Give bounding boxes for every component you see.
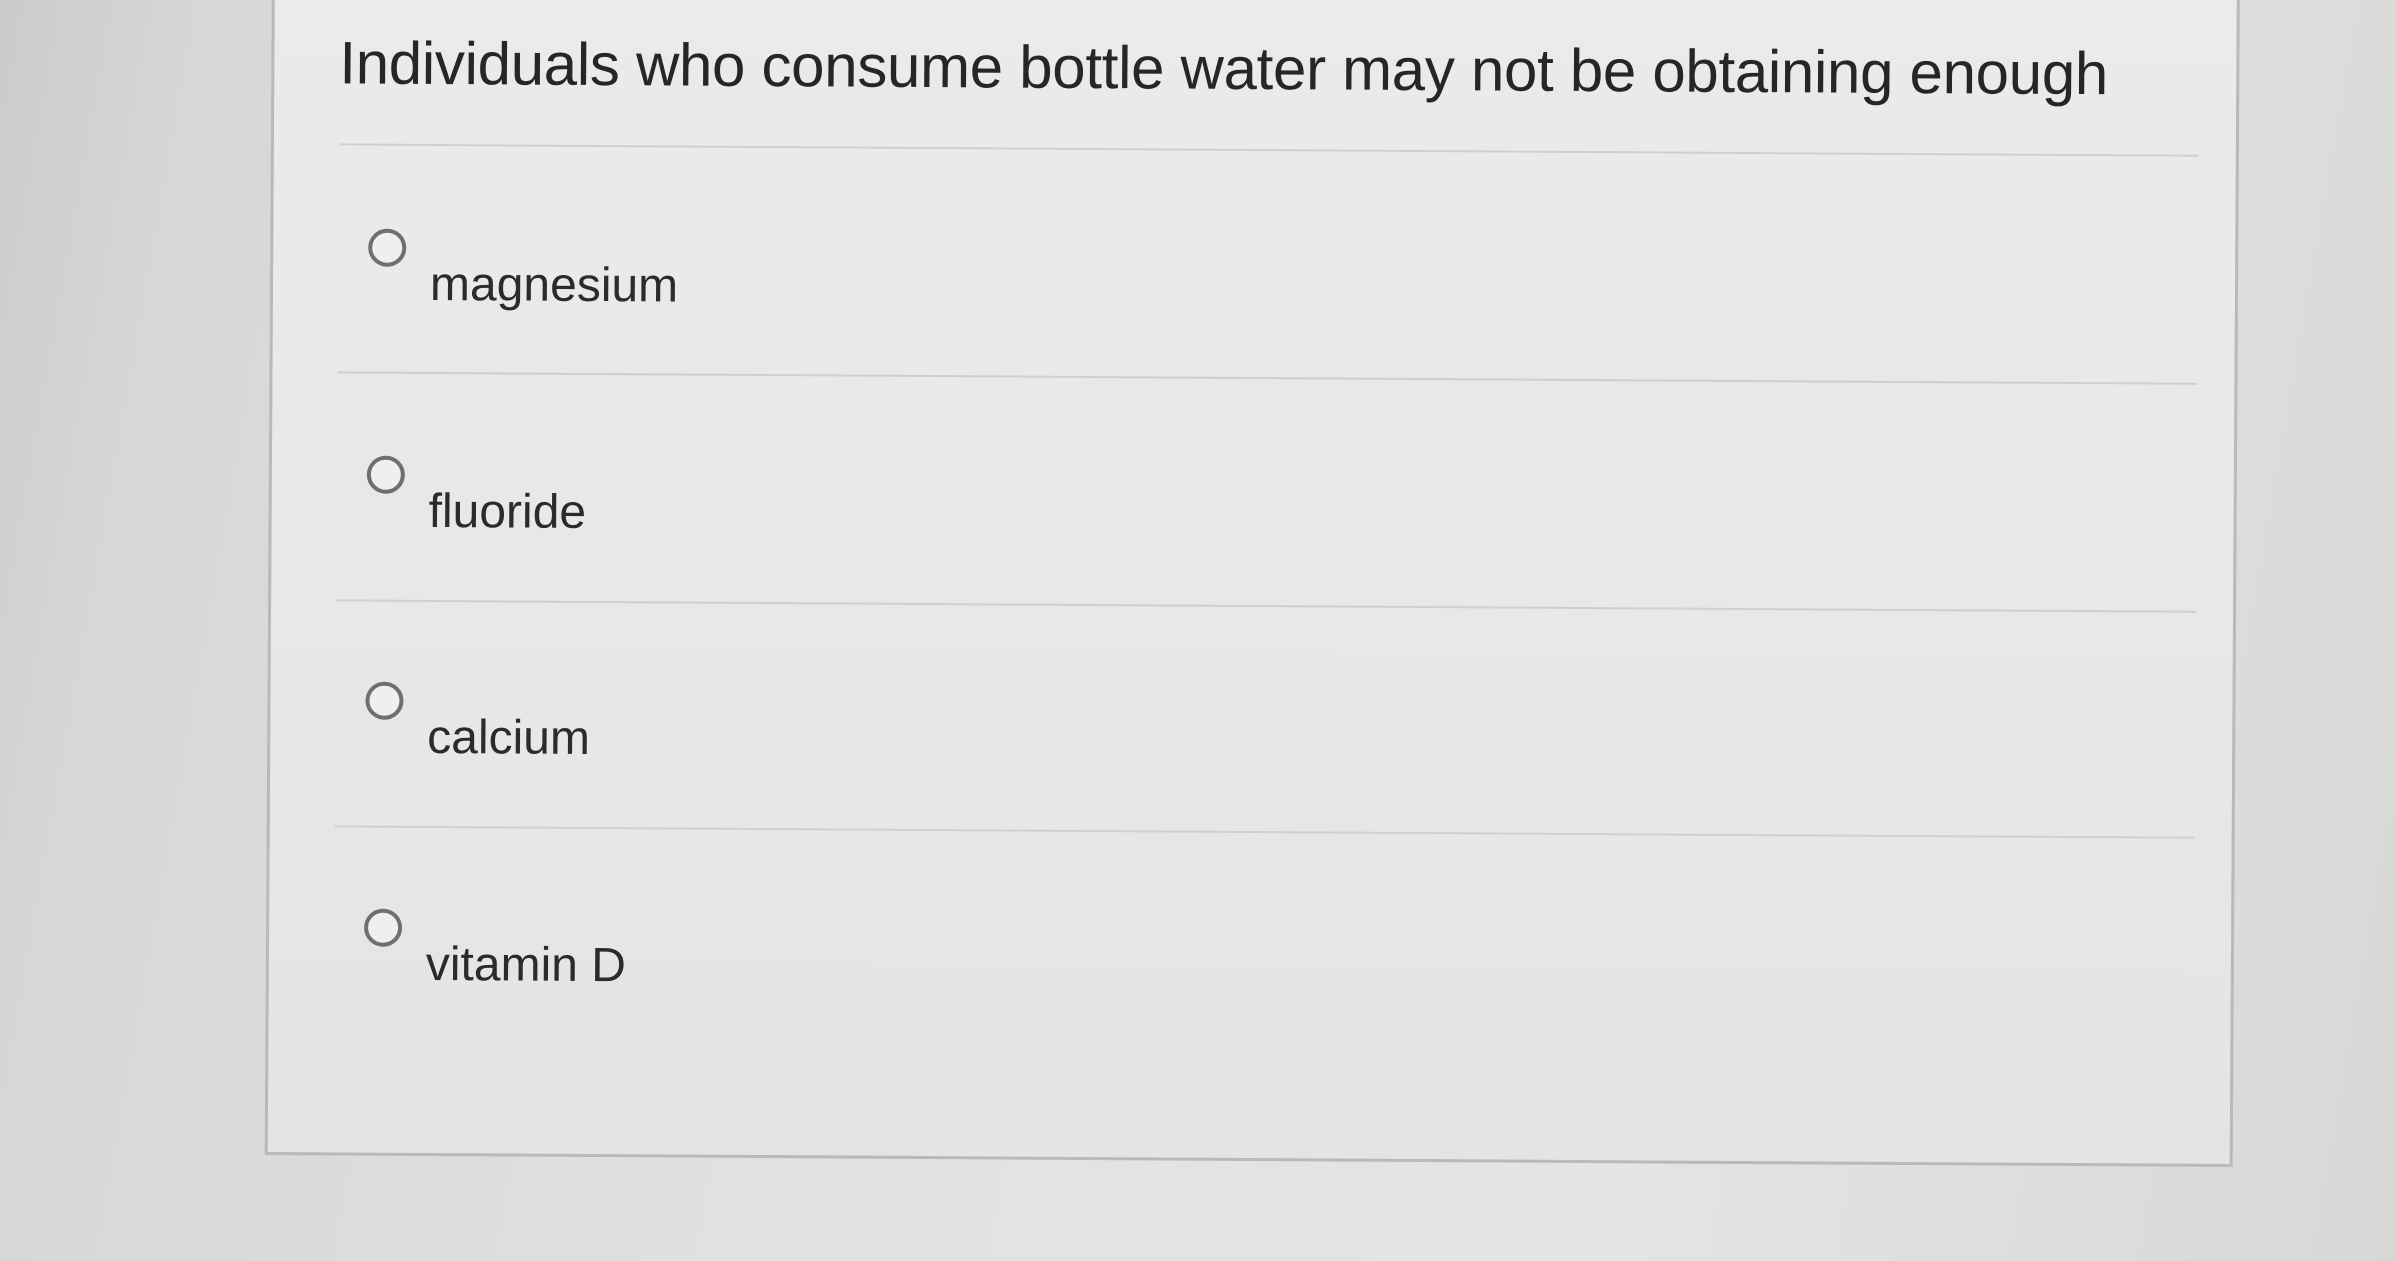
- option-label: vitamin D: [425, 937, 627, 993]
- option-label: magnesium: [429, 257, 679, 313]
- radio-button[interactable]: [365, 681, 404, 720]
- radio-button[interactable]: [368, 228, 407, 267]
- question-text: Individuals who consume bottle water may…: [339, 29, 2109, 108]
- option-label: calcium: [427, 710, 591, 765]
- radio-button[interactable]: [363, 908, 403, 947]
- option-label: fluoride: [428, 484, 587, 539]
- answer-option-vitamin-d[interactable]: vitamin D: [333, 908, 2194, 1079]
- question-card: Individuals who consume bottle water may…: [264, 0, 2240, 1167]
- divider: [338, 143, 2199, 157]
- radio-button[interactable]: [366, 455, 405, 494]
